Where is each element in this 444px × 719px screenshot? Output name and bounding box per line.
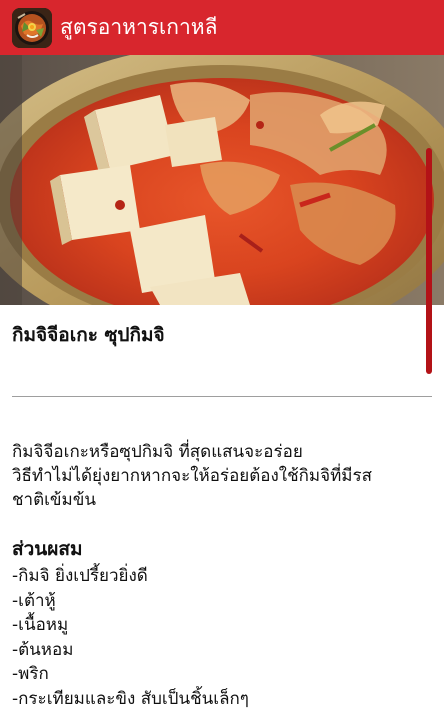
hero-image (0, 55, 444, 305)
ingredients-list: -กิมจิ ยิ่งเปรี้ยวยิ่งดี -เต้าหู้ -เนื้อ… (12, 564, 249, 711)
recipe-description: กิมจิจีอเกะหรือซุปกิมจิ ที่สุดแสนจะอร่อย… (12, 440, 432, 512)
divider (12, 396, 432, 397)
ingredient-item: -ต้นหอม (12, 639, 74, 660)
recipe-title: กิมจิจีอเกะ ซุปกิมจิ (12, 324, 165, 346)
ingredient-item: -เต้าหู้ (12, 590, 56, 611)
scrollbar[interactable] (426, 148, 432, 374)
ingredient-item: -กระเทียมและขิง สับเป็นชิ้นเล็กๆ (12, 688, 249, 709)
description-line: กิมจิจีอเกะหรือซุปกิมจิ ที่สุดแสนจะอร่อย (12, 442, 303, 462)
description-line: วิธีทำไม่ได้ยุ่งยากหากจะให้อร่อยต้องใช้ก… (12, 466, 373, 486)
ingredient-item: -กิมจิ ยิ่งเปรี้ยวยิ่งดี (12, 566, 148, 586)
app-bar: สูตรอาหารเกาหลี (0, 0, 444, 55)
ingredients-heading: ส่วนผสม (12, 538, 83, 560)
app-title: สูตรอาหารเกาหลี (60, 15, 218, 39)
ingredient-item: -พริก (12, 664, 49, 684)
description-line: ชาติเข้มข้น (12, 490, 97, 510)
app-logo-icon[interactable] (12, 7, 52, 48)
ingredient-item: -เนื้อหมู (12, 615, 69, 635)
